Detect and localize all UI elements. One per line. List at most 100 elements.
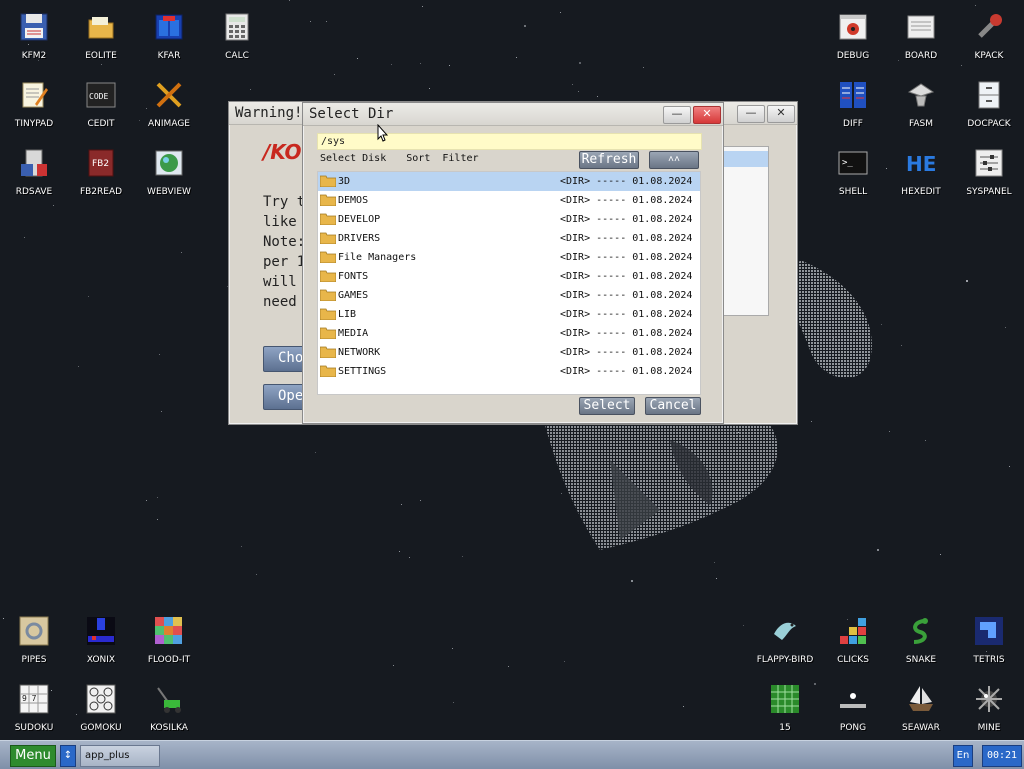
- desktop-icon-eolite[interactable]: EOLITE: [67, 4, 135, 68]
- star: [315, 452, 316, 453]
- warning-button-choose-label: Cho: [278, 350, 304, 366]
- path-input[interactable]: /sys: [317, 133, 702, 150]
- directory-row[interactable]: LIB <DIR> ----- 01.08.2024: [318, 305, 700, 324]
- mouse-cursor-icon: [377, 124, 389, 142]
- desktop-icon-webview[interactable]: WEBVIEW: [135, 140, 203, 204]
- cancel-button-label: Cancel: [649, 398, 697, 413]
- clock[interactable]: 00:21: [982, 745, 1022, 767]
- cancel-button[interactable]: Cancel: [645, 397, 701, 415]
- star: [462, 556, 463, 557]
- dialog-minimize-button[interactable]: —: [663, 106, 691, 124]
- desktop-icon-fb2read[interactable]: FB2 FB2READ: [67, 140, 135, 204]
- desktop-icon-tinypad[interactable]: TINYPAD: [0, 72, 68, 136]
- directory-row[interactable]: DEMOS <DIR> ----- 01.08.2024: [318, 191, 700, 210]
- task-app-plus[interactable]: app_plus: [80, 745, 160, 767]
- directory-row[interactable]: GAMES <DIR> ----- 01.08.2024: [318, 286, 700, 305]
- directory-row[interactable]: DEVELOP <DIR> ----- 01.08.2024: [318, 210, 700, 229]
- desktop-icon-15[interactable]: 15: [751, 676, 819, 740]
- task-switcher-arrows-icon[interactable]: ↕: [60, 745, 76, 767]
- star: [901, 345, 902, 346]
- desktop-icon-label: TETRIS: [973, 655, 1005, 665]
- desktop-icon-label: FB2READ: [79, 187, 123, 197]
- bug-icon: [836, 10, 870, 44]
- star: [940, 554, 941, 555]
- star: [597, 96, 598, 97]
- svg-text:CODE: CODE: [89, 92, 108, 101]
- desktop-icon-label: PONG: [839, 723, 867, 733]
- star: [1009, 466, 1010, 467]
- desktop-icon-kfar[interactable]: KFAR: [135, 4, 203, 68]
- menu-button[interactable]: Menu: [10, 745, 56, 767]
- desktop-icon-mine[interactable]: MINE: [955, 676, 1023, 740]
- directory-meta: <DIR> ----- 01.08.2024: [560, 176, 693, 187]
- parent-dir-button[interactable]: ˄˄: [649, 151, 699, 169]
- desktop-icon-fasm[interactable]: FASM: [887, 72, 955, 136]
- menu-sort[interactable]: Sort: [406, 153, 430, 164]
- star: [420, 500, 421, 501]
- minimize-button[interactable]: —: [737, 105, 765, 123]
- flood-it-icon: [152, 614, 186, 648]
- close-button[interactable]: ✕: [767, 105, 795, 123]
- desktop-icon-kpack[interactable]: KPACK: [955, 4, 1023, 68]
- star: [743, 625, 744, 626]
- desktop-icon-label: RDSAVE: [15, 187, 53, 197]
- desktop-icon-docpack[interactable]: DOCPACK: [955, 72, 1023, 136]
- desktop-icon-tetris[interactable]: TETRIS: [955, 608, 1023, 672]
- folder-icon: [320, 251, 336, 263]
- directory-name: 3D: [338, 176, 351, 187]
- directory-row[interactable]: MEDIA <DIR> ----- 01.08.2024: [318, 324, 700, 343]
- desktop-icon-xonix[interactable]: XONIX: [67, 608, 135, 672]
- desktop-icon-snake[interactable]: SNAKE: [887, 608, 955, 672]
- desktop-icon-diff[interactable]: DIFF: [819, 72, 887, 136]
- desktop-icon-label: FLAPPY-BIRD: [756, 655, 814, 665]
- desktop-icon-debug[interactable]: DEBUG: [819, 4, 887, 68]
- desktop-icon-pipes[interactable]: PIPES: [0, 608, 68, 672]
- directory-row[interactable]: DRIVERS <DIR> ----- 01.08.2024: [318, 229, 700, 248]
- desktop-icon-clicks[interactable]: CLICKS: [819, 608, 887, 672]
- desktop-icon-shell[interactable]: >_ SHELL: [819, 140, 887, 204]
- language-indicator[interactable]: En: [953, 745, 973, 767]
- desktop-icon-seawar[interactable]: SEAWAR: [887, 676, 955, 740]
- directory-list[interactable]: 3D <DIR> ----- 01.08.2024 DEMOS <DIR> -----…: [317, 171, 701, 395]
- desktop-icon-hexedit[interactable]: HE HEXEDIT: [887, 140, 955, 204]
- star: [409, 557, 410, 558]
- directory-row[interactable]: FONTS <DIR> ----- 01.08.2024: [318, 267, 700, 286]
- desktop-icon-flappy-bird[interactable]: FLAPPY-BIRD: [751, 608, 819, 672]
- star: [716, 578, 717, 579]
- blocks-icon: [836, 614, 870, 648]
- sudoku-icon: 9 7: [17, 682, 51, 716]
- dialog-close-button[interactable]: ✕: [693, 106, 721, 124]
- desktop-icon-label: DIFF: [843, 119, 863, 129]
- directory-row[interactable]: SETTINGS <DIR> ----- 01.08.2024: [318, 362, 700, 381]
- directory-meta: <DIR> ----- 01.08.2024: [560, 309, 693, 320]
- star: [714, 562, 715, 563]
- desktop-icon-pong[interactable]: PONG: [819, 676, 887, 740]
- desktop-icon-kfm2[interactable]: KFM2: [0, 4, 68, 68]
- directory-name: LIB: [338, 309, 357, 320]
- star: [420, 63, 421, 64]
- star: [250, 89, 251, 90]
- select-dir-dialog[interactable]: Select Dir — ✕ /sys Select Disk Sort Fil…: [302, 102, 724, 424]
- lawnmower-icon: [152, 682, 186, 716]
- refresh-button[interactable]: Refresh: [579, 151, 639, 169]
- desktop-icon-calc[interactable]: CALC: [203, 4, 271, 68]
- book-reader-icon: FB2: [84, 146, 118, 180]
- desktop-icon-syspanel[interactable]: SYSPANEL: [955, 140, 1023, 204]
- directory-meta: <DIR> ----- 01.08.2024: [560, 195, 693, 206]
- directory-row[interactable]: NETWORK <DIR> ----- 01.08.2024: [318, 343, 700, 362]
- desktop-icon-cedit[interactable]: CODE CEDIT: [67, 72, 135, 136]
- desktop-icon-flood-it[interactable]: FLOOD-IT: [135, 608, 203, 672]
- select-dir-titlebar[interactable]: Select Dir — ✕: [303, 103, 723, 126]
- desktop-icon-kosilka[interactable]: KOSILKA: [135, 676, 203, 740]
- directory-row[interactable]: 3D <DIR> ----- 01.08.2024: [318, 172, 700, 191]
- directory-row[interactable]: File Managers <DIR> ----- 01.08.2024: [318, 248, 700, 267]
- warning-body-line: need: [263, 294, 297, 310]
- desktop-icon-gomoku[interactable]: GOMOKU: [67, 676, 135, 740]
- desktop-icon-rdsave[interactable]: RDSAVE: [0, 140, 68, 204]
- menu-filter[interactable]: Filter: [442, 153, 478, 164]
- select-button[interactable]: Select: [579, 397, 635, 415]
- desktop-icon-board[interactable]: BOARD: [887, 4, 955, 68]
- menu-select-disk[interactable]: Select Disk: [320, 153, 386, 164]
- desktop-icon-animage[interactable]: ANIMAGE: [135, 72, 203, 136]
- desktop-icon-sudoku[interactable]: 9 7 SUDOKU: [0, 676, 68, 740]
